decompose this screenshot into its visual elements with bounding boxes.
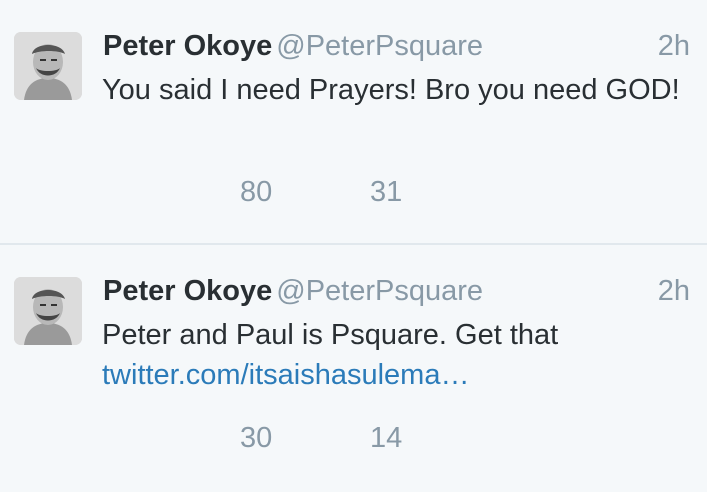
author-name[interactable]: Peter Okoye bbox=[103, 275, 272, 307]
retweet-count[interactable]: 80 bbox=[240, 174, 272, 210]
retweet-count[interactable]: 30 bbox=[240, 420, 272, 456]
tweet-text-body: Peter and Paul is Psquare. Get that bbox=[102, 319, 559, 351]
tweet-text: Peter and Paul is Psquare. Get that twit… bbox=[102, 315, 682, 395]
tweet-timestamp[interactable]: 2h bbox=[658, 28, 690, 64]
like-count[interactable]: 14 bbox=[370, 420, 402, 456]
author-handle[interactable]: @PeterPsquare bbox=[276, 30, 483, 62]
tweet-header: Peter Okoye @PeterPsquare bbox=[103, 273, 483, 309]
like-count[interactable]: 31 bbox=[370, 174, 402, 210]
tweet-header: Peter Okoye @PeterPsquare bbox=[103, 28, 483, 64]
tweet[interactable]: Peter Okoye @PeterPsquare 2h You said I n… bbox=[0, 0, 707, 243]
avatar[interactable] bbox=[14, 32, 82, 100]
author-name[interactable]: Peter Okoye bbox=[103, 30, 272, 62]
avatar-icon bbox=[14, 277, 82, 345]
avatar[interactable] bbox=[14, 277, 82, 345]
tweet[interactable]: Peter Okoye @PeterPsquare 2h Peter and Pa… bbox=[0, 245, 707, 492]
tweet-timestamp[interactable]: 2h bbox=[658, 273, 690, 309]
tweet-text: You said I need Prayers! Bro you need GO… bbox=[102, 74, 680, 106]
avatar-icon bbox=[14, 32, 82, 100]
tweet-link[interactable]: twitter.com/itsaishasulema… bbox=[102, 359, 469, 391]
author-handle[interactable]: @PeterPsquare bbox=[276, 275, 483, 307]
